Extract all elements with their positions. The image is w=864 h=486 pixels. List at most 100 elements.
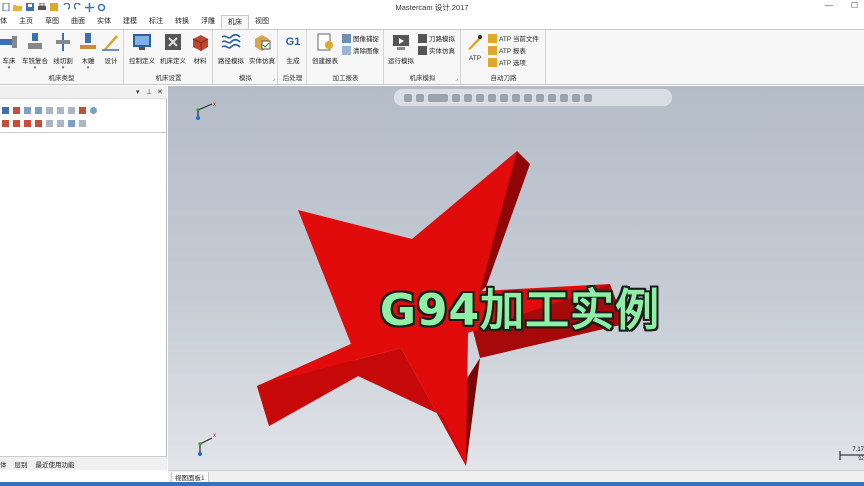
tab-relief[interactable]: 浮雕 [195,15,221,29]
atp-report-icon [488,45,497,55]
machine-definition-button[interactable]: 机床定义 [158,32,188,65]
tab-solid[interactable]: 实体 [91,15,117,29]
scale-unit: 公 [857,456,864,462]
tab-view[interactable]: 视图 [249,15,275,29]
minimize-button[interactable]: — [825,1,833,10]
save-as-icon[interactable] [49,3,58,12]
image-capture-button[interactable]: 图像捕捉 [342,33,379,43]
chevron-down-icon: ▾ [86,65,90,71]
atp-report-label: ATP 报表 [499,48,526,55]
options-icon[interactable] [79,120,86,127]
tab-levels[interactable]: 层别 [15,459,28,469]
atp-label: ATP [468,55,482,62]
clear-image-button[interactable]: 清除图像 [342,45,379,55]
panel-tabs: 体 层别 最近使用功能 [0,456,167,470]
scroll-to-icon[interactable] [35,120,42,127]
group-auto-toolpath: ATP ATP 当前文件 ATP 报表 ATP 选项 自动刀路 [462,30,546,84]
backplot-button[interactable]: 路径模拟 [216,32,246,65]
run-simulation-icon [391,32,411,52]
control-definition-button[interactable]: 控制定义 [127,32,157,65]
post-generate-button[interactable]: G1 生成 [281,32,305,65]
stock-icon [190,32,210,52]
chevron-down-icon: ▾ [61,65,65,71]
dialog-launcher-icon[interactable]: ⌟ [272,75,275,82]
help-icon[interactable] [90,107,97,114]
wire-edm-label: 线切割 [53,58,73,65]
tab-home[interactable]: 主页 [13,15,39,29]
tab-sketch[interactable]: 草图 [39,15,65,29]
atp-report-button[interactable]: ATP 报表 [488,45,526,55]
post-toggle-icon[interactable] [68,120,75,127]
atp-button[interactable]: ATP [464,32,486,62]
wire-edm-button[interactable]: 线切割 ▾ [50,32,76,71]
operations-tree[interactable] [0,132,166,456]
redo-icon[interactable] [73,3,82,12]
group-label: 后处理 [282,75,303,82]
tab-file[interactable]: 体 [0,15,13,29]
toolpath-manager-panel: ▾ ⊥ ✕ 体 层别 最近使用功能 [0,86,167,470]
move-icon[interactable] [85,2,94,12]
maximize-button[interactable]: ☐ [851,1,858,10]
lathe-button[interactable]: 车床 ▾ [0,32,18,71]
post-small-icon[interactable] [68,107,75,114]
open-icon[interactable] [13,3,22,12]
run-simulation-button[interactable]: 运行模拟 [385,32,417,65]
ribbon: 车床 ▾ 车铣复合 ▾ 线切割 ▾ 木雕 ▾ 设计 机床类型 控制定义 机床定义… [0,29,864,85]
verify-button[interactable]: 实体仿真 [247,32,277,65]
tab-model[interactable]: 建模 [117,15,143,29]
dialog-launcher-icon[interactable]: ⌟ [455,75,458,82]
regenerate-dirty-icon[interactable] [35,107,42,114]
pin-button[interactable]: ⊥ [146,88,152,96]
atp-current-file-button[interactable]: ATP 当前文件 [488,33,539,43]
create-report-label: 创建报表 [312,58,338,65]
router-label: 木雕 [81,58,95,65]
create-report-button[interactable]: 创建报表 [310,32,340,65]
settings-icon[interactable] [97,3,106,12]
tab-recent-functions[interactable]: 最近使用功能 [36,459,75,469]
lock-icon[interactable] [46,120,53,127]
move-down-icon[interactable] [2,120,9,127]
atp-options-label: ATP 选项 [499,60,526,67]
tab-annotate[interactable]: 标注 [143,15,169,29]
close-panel-button[interactable]: ✕ [157,88,163,96]
g-code-icon: G1 [285,36,301,48]
design-button[interactable]: 设计 [100,32,122,65]
mill-turn-label: 车铣复合 [22,58,48,65]
new-icon[interactable] [1,3,10,12]
wire-edm-icon [53,32,73,52]
save-icon[interactable] [25,3,34,12]
tab-solids[interactable]: 体 [0,459,7,469]
solid-sim-button[interactable]: 实体仿真 [418,45,455,55]
toolpath-sim-button[interactable]: 刀路模拟 [418,33,455,43]
regenerate-icon[interactable] [24,107,31,114]
print-icon[interactable] [37,3,46,12]
ribbon-tabs: 体 主页 草图 曲面 实体 建模 标注 转换 浮雕 机床 视图 [0,14,864,29]
panel-menu-button[interactable]: ▾ [136,88,140,96]
panel-toolbar-row-2 [0,117,167,130]
verify-small-icon[interactable] [57,107,64,114]
toolpath-sim-icon [418,33,427,43]
router-button[interactable]: 木雕 ▾ [78,32,98,71]
insert-arrow-icon[interactable] [24,120,31,127]
atp-options-button[interactable]: ATP 选项 [488,57,526,67]
backplot-small-icon[interactable] [46,107,53,114]
tab-surface[interactable]: 曲面 [65,15,91,29]
group-post: G1 生成 后处理 [279,30,307,84]
viewport-sheet-tabs: 视图面板1 [168,470,864,483]
atp-current-file-icon [488,33,497,43]
camera-icon [342,33,351,43]
mill-turn-icon [25,32,45,52]
tab-machine[interactable]: 机床 [221,15,249,29]
machine-definition-label: 机床定义 [160,58,186,65]
tab-transform[interactable]: 转换 [169,15,195,29]
high-feed-icon[interactable] [79,107,86,114]
display-toggle-icon[interactable] [57,120,64,127]
select-failed-icon[interactable] [13,107,20,114]
stock-button[interactable]: 材料 [189,32,211,65]
undo-icon[interactable] [61,3,70,12]
graphics-viewport[interactable]: x x G94加工实例 7.17 公 [168,86,864,470]
select-all-icon[interactable] [2,107,9,114]
mill-turn-button[interactable]: 车铣复合 ▾ [20,32,50,71]
window-title: Mastercam 设计 2017 [395,3,469,12]
move-up-icon[interactable] [13,120,20,127]
